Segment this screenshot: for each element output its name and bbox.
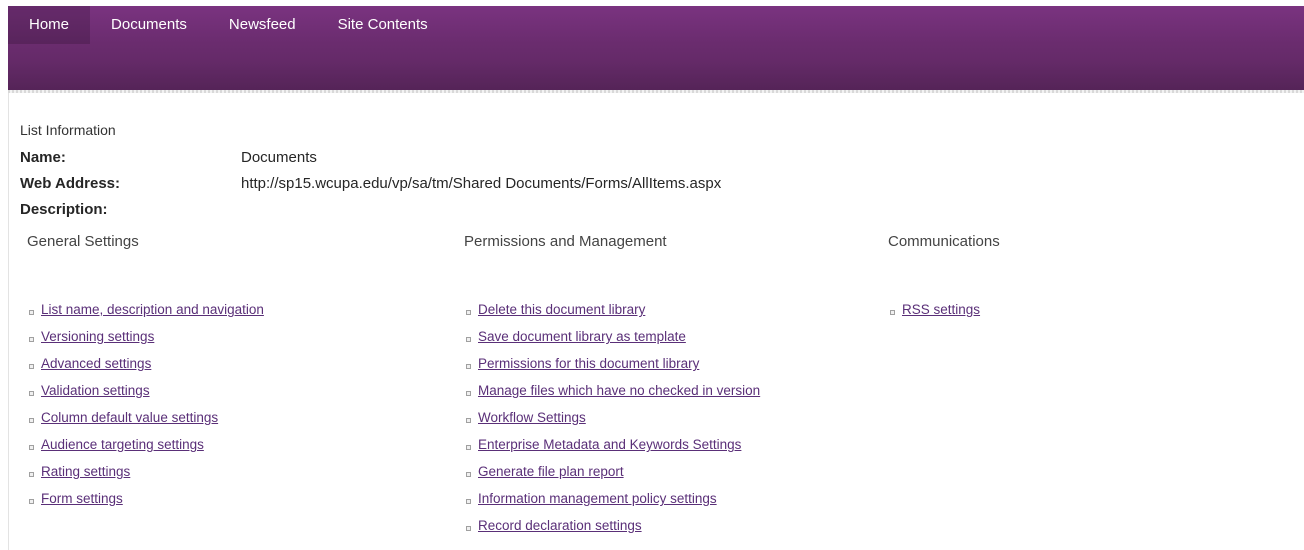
link-workflow-settings[interactable]: Workflow Settings (478, 410, 586, 425)
list-item: Rating settings (27, 462, 264, 489)
bullet-icon (466, 444, 471, 450)
bullet-icon (466, 390, 471, 396)
list-item: Column default value settings (27, 408, 264, 435)
name-value: Documents (241, 149, 317, 166)
list-item: Record declaration settings (464, 516, 760, 543)
link-versioning-settings[interactable]: Versioning settings (41, 329, 154, 344)
list-item: Audience targeting settings (27, 435, 264, 462)
bullet-icon (29, 363, 34, 369)
link-delete-document-library[interactable]: Delete this document library (478, 302, 645, 317)
link-rss-settings[interactable]: RSS settings (902, 302, 980, 317)
bullet-icon (29, 390, 34, 396)
communications-section: Communications RSS settings (888, 233, 1000, 327)
bullet-icon (466, 309, 471, 315)
general-settings-heading: General Settings (27, 233, 139, 250)
list-item: Workflow Settings (464, 408, 760, 435)
link-generate-file-plan-report[interactable]: Generate file plan report (478, 464, 624, 479)
permissions-management-heading: Permissions and Management (464, 233, 667, 250)
list-item: Save document library as template (464, 327, 760, 354)
list-item: Form settings (27, 489, 264, 516)
list-item: Validation settings (27, 381, 264, 408)
name-row: Name: Documents (20, 149, 317, 166)
list-item: Versioning settings (27, 327, 264, 354)
web-address-value: http://sp15.wcupa.edu/vp/sa/tm/Shared Do… (241, 175, 722, 192)
content-left-border (8, 93, 9, 550)
description-label: Description: (20, 201, 108, 218)
link-validation-settings[interactable]: Validation settings (41, 383, 150, 398)
name-label: Name: (20, 149, 66, 166)
bullet-icon (29, 471, 34, 477)
bullet-icon (29, 417, 34, 423)
description-row: Description: (20, 201, 241, 218)
list-item: Information management policy settings (464, 489, 760, 516)
list-item: RSS settings (888, 300, 1000, 327)
list-item: List name, description and navigation (27, 300, 264, 327)
link-permissions[interactable]: Permissions for this document library (478, 356, 699, 371)
header-shade (8, 60, 1304, 90)
list-item: Manage files which have no checked in ve… (464, 381, 760, 408)
link-record-declaration-settings[interactable]: Record declaration settings (478, 518, 642, 533)
bullet-icon (466, 363, 471, 369)
nav-documents[interactable]: Documents (90, 6, 208, 44)
link-advanced-settings[interactable]: Advanced settings (41, 356, 151, 371)
bullet-icon (29, 309, 34, 315)
permissions-management-list: Delete this document library Save docume… (464, 300, 760, 543)
link-list-name-description-navigation[interactable]: List name, description and navigation (41, 302, 264, 317)
bullet-icon (466, 471, 471, 477)
list-information-heading: List Information (20, 122, 116, 138)
list-item: Delete this document library (464, 300, 760, 327)
permissions-management-section: Permissions and Management Delete this d… (464, 233, 760, 543)
bullet-icon (29, 444, 34, 450)
list-item: Permissions for this document library (464, 354, 760, 381)
link-manage-unchecked-files[interactable]: Manage files which have no checked in ve… (478, 383, 760, 398)
link-save-as-template[interactable]: Save document library as template (478, 329, 686, 344)
communications-heading: Communications (888, 233, 1000, 250)
communications-list: RSS settings (888, 300, 1000, 327)
bullet-icon (29, 498, 34, 504)
link-audience-targeting-settings[interactable]: Audience targeting settings (41, 437, 204, 452)
bullet-icon (29, 336, 34, 342)
nav-site-contents[interactable]: Site Contents (317, 6, 449, 44)
web-address-row: Web Address: http://sp15.wcupa.edu/vp/sa/… (20, 175, 721, 192)
link-information-management-policy[interactable]: Information management policy settings (478, 491, 717, 506)
nav-newsfeed[interactable]: Newsfeed (208, 6, 317, 44)
link-enterprise-metadata-settings[interactable]: Enterprise Metadata and Keywords Setting… (478, 437, 741, 452)
top-nav: Home Documents Newsfeed Site Contents (8, 6, 449, 44)
bullet-icon (466, 336, 471, 342)
list-item: Generate file plan report (464, 462, 760, 489)
general-settings-list: List name, description and navigation Ve… (27, 300, 264, 516)
bullet-icon (466, 417, 471, 423)
header-divider (8, 90, 1304, 93)
bullet-icon (466, 498, 471, 504)
list-item: Advanced settings (27, 354, 264, 381)
web-address-label: Web Address: (20, 175, 121, 192)
nav-home[interactable]: Home (8, 6, 91, 44)
bullet-icon (890, 309, 895, 315)
link-rating-settings[interactable]: Rating settings (41, 464, 130, 479)
link-column-default-value-settings[interactable]: Column default value settings (41, 410, 218, 425)
bullet-icon (466, 525, 471, 531)
general-settings-section: General Settings List name, description … (27, 233, 264, 516)
list-item: Enterprise Metadata and Keywords Setting… (464, 435, 760, 462)
link-form-settings[interactable]: Form settings (41, 491, 123, 506)
